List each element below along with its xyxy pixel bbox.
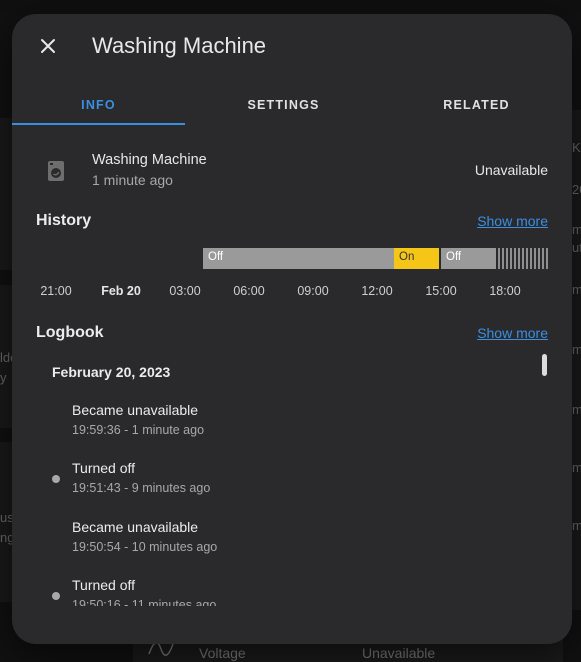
logbook-dot-icon [52,475,60,483]
background-text: mi [572,222,581,237]
logbook-show-more-link[interactable]: Show more [477,325,548,341]
tab-related[interactable]: RELATED [390,84,563,126]
logbook-entry[interactable]: Turned off 19:51:43 - 9 minutes ago [72,460,210,495]
history-show-more-link[interactable]: Show more [477,213,548,229]
washing-machine-icon [48,161,64,181]
axis-tick-label: 06:00 [233,284,265,298]
timeline-axis: 21:00 Feb 20 03:00 06:00 09:00 12:00 15:… [12,284,572,302]
more-info-dialog: Washing Machine INFO SETTINGS RELATED Wa… [12,14,572,644]
axis-tick-label: 09:00 [297,284,329,298]
logbook-entry-time: 19:50:54 - 10 minutes ago [72,540,218,554]
logbook-entry-time: 19:59:36 - 1 minute ago [72,423,205,437]
tab-bar: INFO SETTINGS RELATED [12,84,572,126]
dialog-title: Washing Machine [92,33,267,58]
logbook-title: Logbook [36,324,104,341]
axis-tick-label: 21:00 [40,284,72,298]
tab-info[interactable]: INFO [12,84,185,126]
sine-wave-icon [148,642,174,656]
background-text: 20 [572,182,581,197]
tab-settings[interactable]: SETTINGS [197,84,370,126]
logbook-entry[interactable]: Became unavailable 19:59:36 - 1 minute a… [72,402,204,437]
entity-last-changed: 1 minute ago [92,172,173,188]
logbook-entry-time: 19:51:43 - 9 minutes ago [72,481,211,495]
logbook-entry-title: Turned off [72,577,136,593]
background-text: mi [572,402,581,417]
entity-name: Washing Machine [92,152,207,168]
axis-tick-label: 12:00 [361,284,393,298]
logbook-entry-title: Became unavailable [72,402,199,418]
axis-tick-label: 03:00 [169,284,201,298]
background-top-bar [0,0,581,14]
logbook-scrollbar[interactable] [542,354,547,376]
logbook-entry-title: Became unavailable [72,519,199,535]
history-timeline[interactable]: Off On Off [203,248,548,269]
background-text: mi [572,282,581,297]
close-button[interactable] [36,34,60,58]
axis-tick-label: Feb 20 [101,284,141,298]
timeline-segment-on[interactable]: On [394,248,439,269]
close-icon [41,39,55,53]
axis-tick-label: 15:00 [425,284,457,298]
logbook-entry[interactable]: Became unavailable 19:50:54 - 10 minutes… [72,519,217,554]
entity-state: Unavailable [474,162,548,178]
background-text: mi [572,342,581,357]
background-voltage-label: Voltage [199,645,246,661]
logbook-entry-title: Turned off [72,460,136,476]
logbook-date-header: February 20, 2023 [52,364,171,380]
background-text: K [572,140,581,155]
logbook-list[interactable]: February 20, 2023 Became unavailable 19:… [36,354,548,606]
logbook-dot-icon [52,592,60,600]
background-text: ute [572,240,581,255]
timeline-segment-off[interactable]: Off [203,248,394,269]
background-voltage-value: Unavailable [362,645,436,661]
logbook-entry-time: 19:50:16 - 11 minutes ago [72,598,217,606]
axis-tick-label: 18:00 [489,284,521,298]
timeline-segment-off[interactable]: Off [439,248,496,269]
history-title: History [36,212,92,229]
background-card-left-1 [0,118,12,270]
background-text: y [0,370,7,385]
active-tab-indicator [12,123,185,125]
timeline-segment-unavailable[interactable] [498,248,548,269]
logbook-entry[interactable]: Turned off 19:50:16 - 11 minutes ago [72,577,216,606]
background-text: mi [572,460,581,475]
background-text: mi [572,518,581,533]
